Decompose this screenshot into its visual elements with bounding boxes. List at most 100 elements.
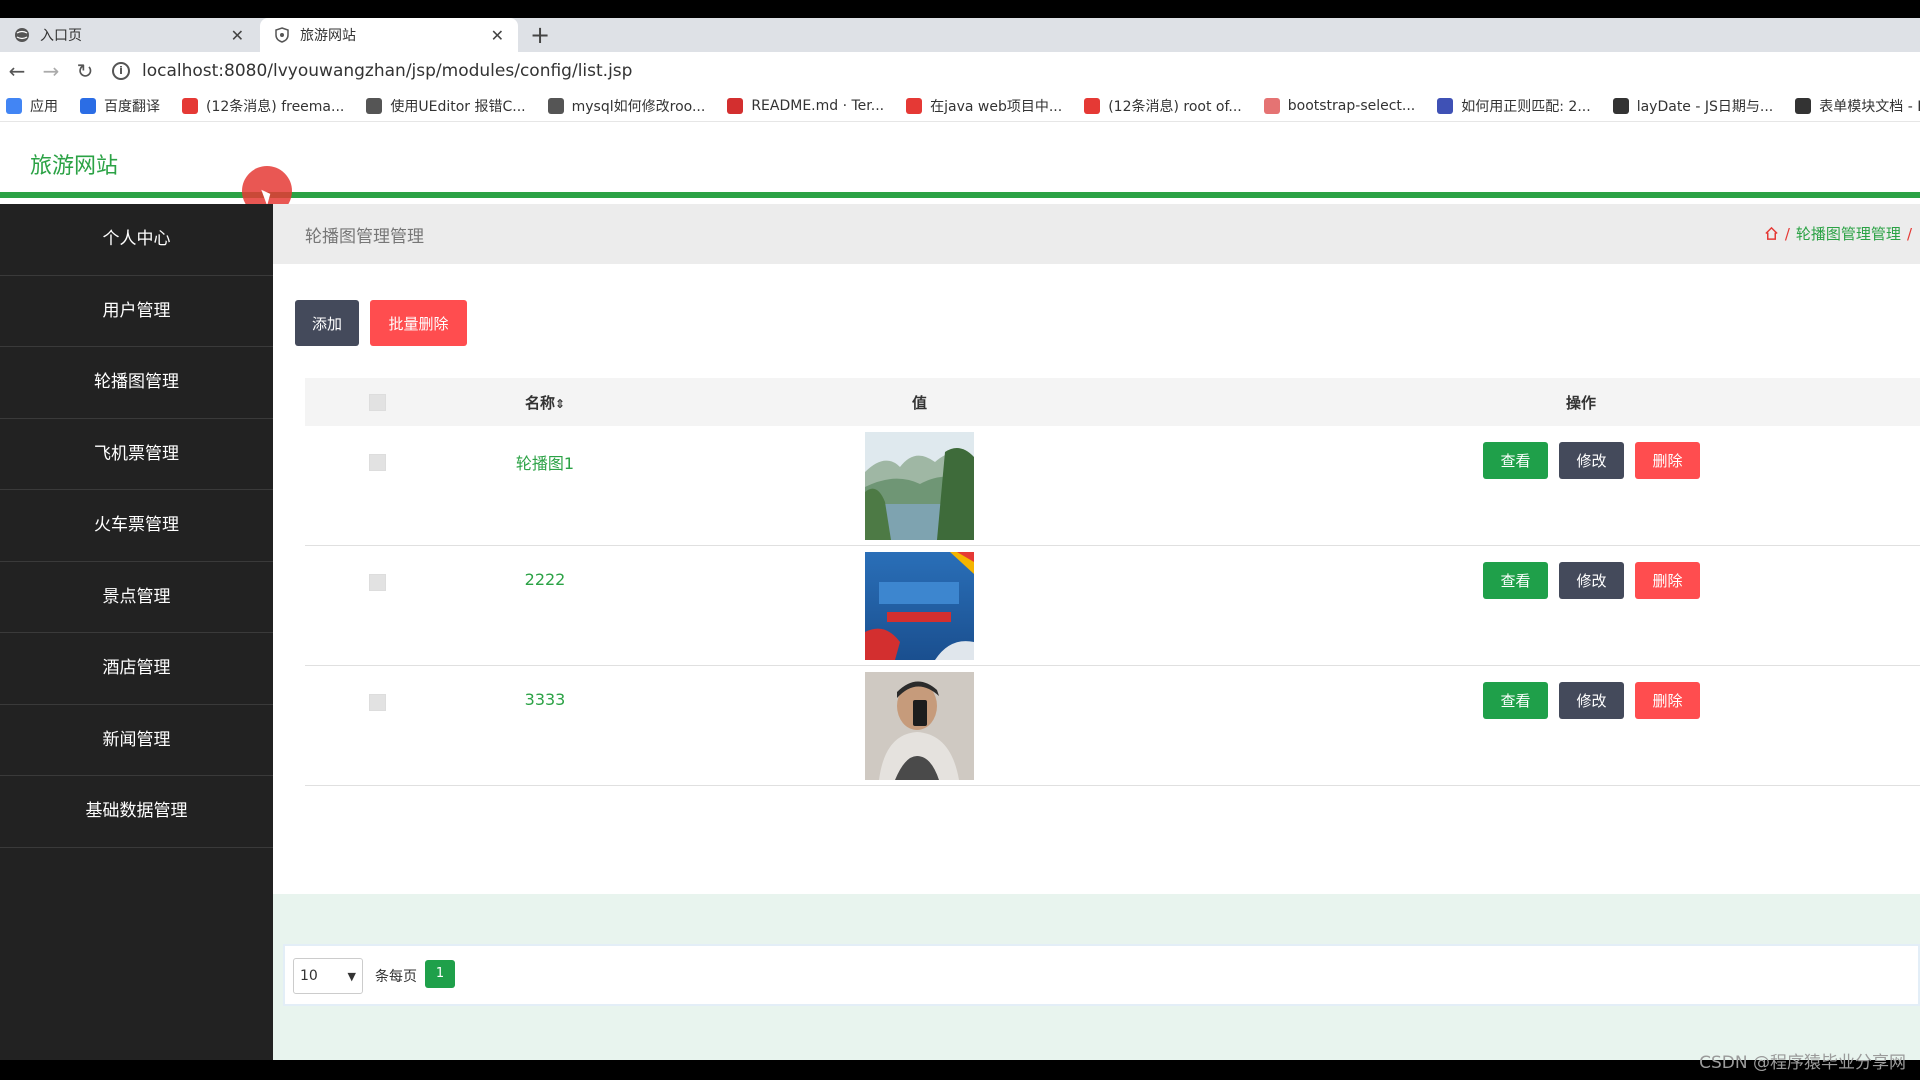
- bookmark-label: (12条消息) freema...: [206, 98, 345, 115]
- landscape-river-image: [865, 432, 974, 540]
- browser-tab-bar: 入口页 ✕ 旅游网站 ✕ +: [0, 18, 1920, 52]
- row-name: 轮播图1: [515, 454, 575, 473]
- tab-title: 旅游网站: [300, 28, 356, 44]
- select-all-checkbox[interactable]: [369, 394, 386, 411]
- bookmark-label: (12条消息) root of...: [1108, 98, 1242, 115]
- page-size-value: 10: [300, 968, 318, 984]
- bookmark-label: mysql如何修改roo...: [571, 98, 706, 115]
- table-header: 名称⇕ 值 操作: [305, 378, 1920, 426]
- column-header-name[interactable]: 名称⇕: [475, 392, 615, 413]
- bookmark-label: bootstrap-select...: [1287, 97, 1416, 114]
- delete-button[interactable]: 删除: [1635, 442, 1700, 479]
- back-arrow-icon[interactable]: ←: [0, 59, 34, 83]
- view-button[interactable]: 查看: [1483, 562, 1548, 599]
- sidebar-item-users[interactable]: 用户管理: [0, 276, 273, 347]
- sidebar-item-base-data[interactable]: 基础数据管理: [0, 776, 273, 848]
- bookmark-item[interactable]: 应用: [6, 96, 58, 116]
- bookmark-favicon-icon: [547, 97, 564, 114]
- column-header-value: 值: [911, 394, 927, 412]
- chevron-down-icon: ▼: [347, 969, 356, 983]
- table-row: 3333 查看 修改 删除: [305, 666, 1920, 786]
- bookmark-favicon-icon: [1612, 97, 1629, 114]
- bookmark-item[interactable]: README.md · Ter...: [727, 97, 884, 114]
- add-button[interactable]: 添加: [295, 300, 359, 346]
- column-header-ops: 操作: [1565, 394, 1596, 412]
- bookmark-label: 如何用正则匹配: 2...: [1461, 98, 1591, 115]
- sidebar-item-train-tickets[interactable]: 火车票管理: [0, 490, 273, 562]
- bookmark-label: 在java web项目中...: [930, 98, 1063, 115]
- edit-button[interactable]: 修改: [1559, 562, 1624, 599]
- tab-title: 入口页: [40, 28, 82, 44]
- url-text: localhost:8080/lvyouwangzhan/jsp/modules…: [142, 61, 633, 81]
- breadcrumb-link[interactable]: 轮播图管理管理: [1796, 223, 1901, 244]
- bookmark-item[interactable]: 百度翻译: [80, 96, 160, 116]
- browser-tab-active[interactable]: 旅游网站 ✕: [260, 18, 518, 52]
- close-icon[interactable]: ✕: [491, 26, 504, 45]
- bookmark-favicon-icon: [1795, 97, 1812, 114]
- site-title[interactable]: 旅游网站: [30, 148, 118, 180]
- bookmark-label: 表单模块文档 - Lay...: [1819, 98, 1920, 115]
- page-number-button[interactable]: 1: [425, 960, 455, 988]
- bookmark-item[interactable]: (12条消息) root of...: [1084, 96, 1242, 116]
- bookmark-item[interactable]: 如何用正则匹配: 2...: [1437, 96, 1591, 116]
- bookmark-item[interactable]: (12条消息) freema...: [182, 96, 344, 116]
- bookmark-item[interactable]: 使用UEditor 报错C...: [366, 96, 526, 116]
- home-icon[interactable]: [1764, 226, 1779, 241]
- forward-arrow-icon[interactable]: →: [34, 59, 68, 83]
- bookmarks-bar: 应用 百度翻译 (12条消息) freema... 使用UEditor 报错C... m…: [0, 90, 1920, 122]
- bookmark-item[interactable]: 表单模块文档 - Lay...: [1795, 96, 1920, 116]
- data-table: 名称⇕ 值 操作 轮播图1 查看 修改 删除 2222 查看 修改 删除 333…: [305, 378, 1920, 786]
- zhangjiajie-poster-image: [865, 552, 974, 660]
- bookmark-item[interactable]: layDate - JS日期与...: [1612, 96, 1773, 116]
- page-size-select[interactable]: 10 ▼: [293, 958, 363, 994]
- row-checkbox[interactable]: [369, 454, 386, 471]
- breadcrumb-separator: /: [1784, 224, 1790, 243]
- url-input[interactable]: i localhost:8080/lvyouwangzhan/jsp/modul…: [112, 56, 1920, 86]
- main-content: 轮播图管理管理 / 轮播图管理管理 / 添加 批量删除 名称⇕ 值 操作 轮播图…: [273, 204, 1920, 1060]
- sidebar-item-flight-tickets[interactable]: 飞机票管理: [0, 419, 273, 490]
- view-button[interactable]: 查看: [1483, 442, 1548, 479]
- shield-icon: [274, 27, 290, 43]
- delete-button[interactable]: 删除: [1635, 562, 1700, 599]
- bookmark-favicon-icon: [1263, 97, 1280, 114]
- browser-tab[interactable]: 入口页 ✕: [0, 18, 258, 52]
- bookmark-label: 使用UEditor 报错C...: [390, 98, 526, 115]
- page-title: 轮播图管理管理: [305, 227, 424, 247]
- bookmark-item[interactable]: bootstrap-select...: [1263, 97, 1416, 114]
- person-selfie-image: [865, 672, 974, 780]
- view-button[interactable]: 查看: [1483, 682, 1548, 719]
- sidebar-item-carousel[interactable]: 轮播图管理: [0, 347, 273, 419]
- batch-delete-button[interactable]: 批量删除: [370, 300, 467, 346]
- web-page: 旅游网站 个人中心 用户管理 轮播图管理 飞机票管理 火车票管理 景点管理 酒店…: [0, 122, 1920, 1060]
- sidebar-item-hotels[interactable]: 酒店管理: [0, 633, 273, 705]
- bookmark-favicon-icon: [366, 97, 383, 114]
- sidebar-item-personal-center[interactable]: 个人中心: [0, 204, 273, 276]
- pagination: 10 ▼ 条每页 1: [283, 944, 1920, 1006]
- apps-grid-icon: [6, 97, 22, 114]
- close-icon[interactable]: ✕: [231, 26, 244, 45]
- bookmark-item[interactable]: mysql如何修改roo...: [547, 96, 706, 116]
- edit-button[interactable]: 修改: [1559, 442, 1624, 479]
- edit-button[interactable]: 修改: [1559, 682, 1624, 719]
- bookmark-label: 百度翻译: [104, 98, 160, 115]
- site-header: 旅游网站: [0, 122, 1920, 216]
- info-icon[interactable]: i: [112, 62, 130, 80]
- table-row: 轮播图1 查看 修改 删除: [305, 426, 1920, 546]
- column-header-name-label: 名称: [524, 394, 555, 412]
- sidebar-item-news[interactable]: 新闻管理: [0, 705, 273, 776]
- reload-icon[interactable]: ↻: [68, 59, 102, 83]
- list-panel: 添加 批量删除 名称⇕ 值 操作 轮播图1 查看 修改 删除 2222 查看 修…: [273, 264, 1920, 894]
- breadcrumb-bar: 轮播图管理管理 / 轮播图管理管理 /: [273, 204, 1920, 264]
- bookmark-item[interactable]: 在java web项目中...: [906, 96, 1062, 116]
- sidebar: 个人中心 用户管理 轮播图管理 飞机票管理 火车票管理 景点管理 酒店管理 新闻…: [0, 204, 273, 1060]
- sort-icon[interactable]: ⇕: [555, 397, 565, 411]
- bookmark-favicon-icon: [80, 97, 96, 114]
- per-page-label: 条每页: [375, 969, 417, 985]
- sidebar-item-attractions[interactable]: 景点管理: [0, 562, 273, 633]
- watermark: CSDN @程序猿毕业分享网: [1699, 1053, 1906, 1073]
- address-bar: ← → ↻ i localhost:8080/lvyouwangzhan/jsp…: [0, 52, 1920, 90]
- row-checkbox[interactable]: [369, 574, 386, 591]
- new-tab-button[interactable]: +: [530, 18, 550, 52]
- delete-button[interactable]: 删除: [1635, 682, 1700, 719]
- row-checkbox[interactable]: [369, 694, 386, 711]
